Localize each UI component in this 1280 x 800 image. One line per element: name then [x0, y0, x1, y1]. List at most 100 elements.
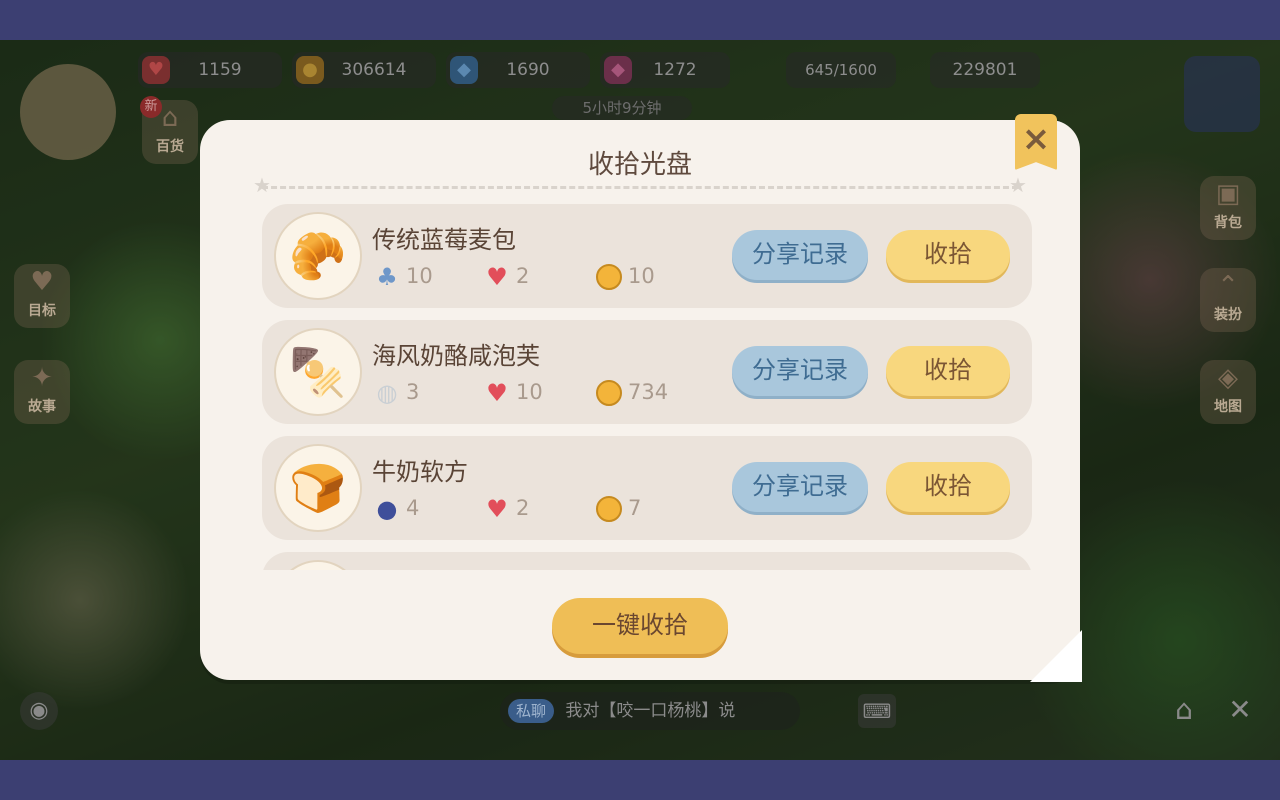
heart-calendar-icon: ♥ — [30, 267, 54, 297]
coins-stat: 7 — [596, 492, 641, 524]
map-icon: ◈ — [1218, 363, 1238, 393]
mushroom-icon: ♣ — [376, 263, 398, 291]
ingredient-stat: ◍ 3 — [372, 376, 420, 408]
collect-all-button[interactable]: 一键收拾 — [552, 598, 728, 654]
fullscreen-button[interactable]: ✕ — [1220, 690, 1260, 730]
collect-button[interactable]: 收拾 — [886, 346, 1010, 396]
top-letterbox — [0, 0, 1280, 40]
home-button[interactable]: ⌂ — [1164, 690, 1204, 730]
ingredient-count: 4 — [406, 496, 420, 520]
expand-icon: ✕ — [1228, 693, 1252, 726]
hearts-stat: ♥ 10 — [482, 376, 543, 408]
gems-counter: ◆ 1690 — [446, 52, 590, 88]
close-icon: × — [1021, 119, 1051, 159]
ingredient-count: 10 — [406, 264, 433, 288]
story-button[interactable]: ✦ 故事 — [14, 360, 70, 424]
crystals-value: 1272 — [653, 60, 697, 80]
dish-row: 🍢 海风奶酪咸泡芙 ◍ 3 ♥ 10 734 分享记录 收拾 — [262, 320, 1032, 424]
ingredient-count: 3 — [406, 380, 420, 404]
cream-puff-icon: 🍢 — [274, 328, 362, 416]
heart-icon: ♥ — [486, 495, 508, 523]
goals-button[interactable]: ♥ 目标 — [14, 264, 70, 328]
chest-icon: ▣ — [1215, 179, 1241, 209]
ingredient-stat: ♣ 10 — [372, 260, 433, 292]
dish-name: 传统蓝莓麦包 — [372, 226, 516, 254]
journal-button[interactable] — [1184, 56, 1260, 132]
exp-bar: 645/1600 — [786, 52, 896, 88]
heart-icon: ♥ — [486, 263, 508, 291]
close-button[interactable]: × — [1015, 114, 1057, 170]
crystal-icon: ◆ — [604, 56, 632, 84]
coins-count: 10 — [628, 264, 655, 288]
store-label: 百货 — [156, 139, 184, 155]
dressup-button[interactable]: ⌃ 装扮 — [1200, 268, 1256, 332]
coin-icon — [596, 380, 622, 406]
dish-row — [262, 552, 1032, 570]
page-curl-decoration — [1030, 630, 1082, 682]
new-badge: 新 — [140, 96, 162, 118]
map-label: 地图 — [1214, 399, 1242, 415]
timer-label: 5小时9分钟 — [552, 96, 692, 120]
dish-row: 🍞 牛奶软方 ● 4 ♥ 2 7 分享记录 收拾 — [262, 436, 1032, 540]
coins-count: 734 — [628, 380, 669, 404]
hearts-stat: ♥ 2 — [482, 492, 529, 524]
story-book-icon: ✦ — [31, 363, 53, 393]
map-button[interactable]: ◈ 地图 — [1200, 360, 1256, 424]
collect-button[interactable]: 收拾 — [886, 230, 1010, 280]
goals-label: 目标 — [28, 303, 56, 319]
chat-message: 我对【咬一口杨桃】说 — [565, 701, 736, 721]
dressup-label: 装扮 — [1214, 307, 1242, 323]
hearts-count: 2 — [516, 496, 530, 520]
dialog-title: 收拾光盘 — [587, 150, 692, 180]
camera-button[interactable]: ◉ — [20, 692, 58, 730]
hearts-counter: ♥ 1159 — [138, 52, 282, 88]
exp-value: 645/1600 — [805, 61, 877, 79]
score-counter: 229801 — [930, 52, 1040, 88]
bread-roll-icon: 🥐 — [274, 212, 362, 300]
milk-bread-icon: 🍞 — [274, 444, 362, 532]
store-button[interactable]: 新 ⌂ 百货 — [140, 96, 198, 164]
shell-icon: ◍ — [376, 379, 398, 407]
dish-thumbnail — [274, 560, 362, 570]
story-label: 故事 — [28, 399, 56, 415]
title-divider — [262, 186, 1018, 189]
private-chat-tag: 私聊 — [508, 699, 555, 723]
heart-icon: ♥ — [486, 379, 508, 407]
home-icon: ⌂ — [1175, 693, 1193, 726]
collect-button[interactable]: 收拾 — [886, 462, 1010, 512]
share-record-button[interactable]: 分享记录 — [732, 230, 868, 280]
dish-name: 牛奶软方 — [372, 458, 468, 486]
gem-icon: ◆ — [450, 56, 478, 84]
star-left-icon: ★ — [253, 173, 271, 197]
collect-plates-dialog: 收拾光盘 × ★ ★ 🥐 传统蓝莓麦包 ♣ 10 ♥ 2 10 分享记录 收拾 🍢 … — [200, 114, 1082, 682]
share-record-button[interactable]: 分享记录 — [732, 462, 868, 512]
chat-bar[interactable]: 私聊 我对【咬一口杨桃】说 — [500, 692, 800, 730]
crystals-counter: ◆ 1272 — [600, 52, 730, 88]
coins-stat: 734 — [596, 376, 668, 408]
hearts-stat: ♥ 2 — [482, 260, 529, 292]
coins-value: 306614 — [341, 60, 407, 80]
coins-counter: ● 306614 — [292, 52, 436, 88]
hearts-count: 10 — [516, 380, 543, 404]
share-record-button[interactable]: 分享记录 — [732, 346, 868, 396]
dish-list[interactable]: 🥐 传统蓝莓麦包 ♣ 10 ♥ 2 10 分享记录 收拾 🍢 海风奶酪咸泡芙 ◍ 3 … — [260, 204, 1035, 570]
player-avatar[interactable] — [20, 64, 116, 160]
hearts-value: 1159 — [198, 60, 242, 80]
bottom-letterbox — [0, 760, 1280, 800]
hanger-icon: ⌃ — [1217, 271, 1239, 301]
keyboard-button[interactable]: ⌨ — [858, 694, 896, 728]
keyboard-icon: ⌨ — [862, 699, 892, 723]
dish-row: 🥐 传统蓝莓麦包 ♣ 10 ♥ 2 10 分享记录 收拾 — [262, 204, 1032, 308]
blueberry-icon: ● — [376, 495, 398, 523]
coins-stat: 10 — [596, 260, 655, 292]
backpack-button[interactable]: ▣ 背包 — [1200, 176, 1256, 240]
gems-value: 1690 — [506, 60, 550, 80]
hearts-count: 2 — [516, 264, 530, 288]
coin-icon — [596, 264, 622, 290]
coin-icon: ● — [296, 56, 324, 84]
coins-count: 7 — [628, 496, 642, 520]
backpack-label: 背包 — [1214, 215, 1242, 231]
dish-name: 海风奶酪咸泡芙 — [372, 342, 540, 370]
star-right-icon: ★ — [1009, 173, 1027, 197]
score-value: 229801 — [952, 60, 1018, 80]
